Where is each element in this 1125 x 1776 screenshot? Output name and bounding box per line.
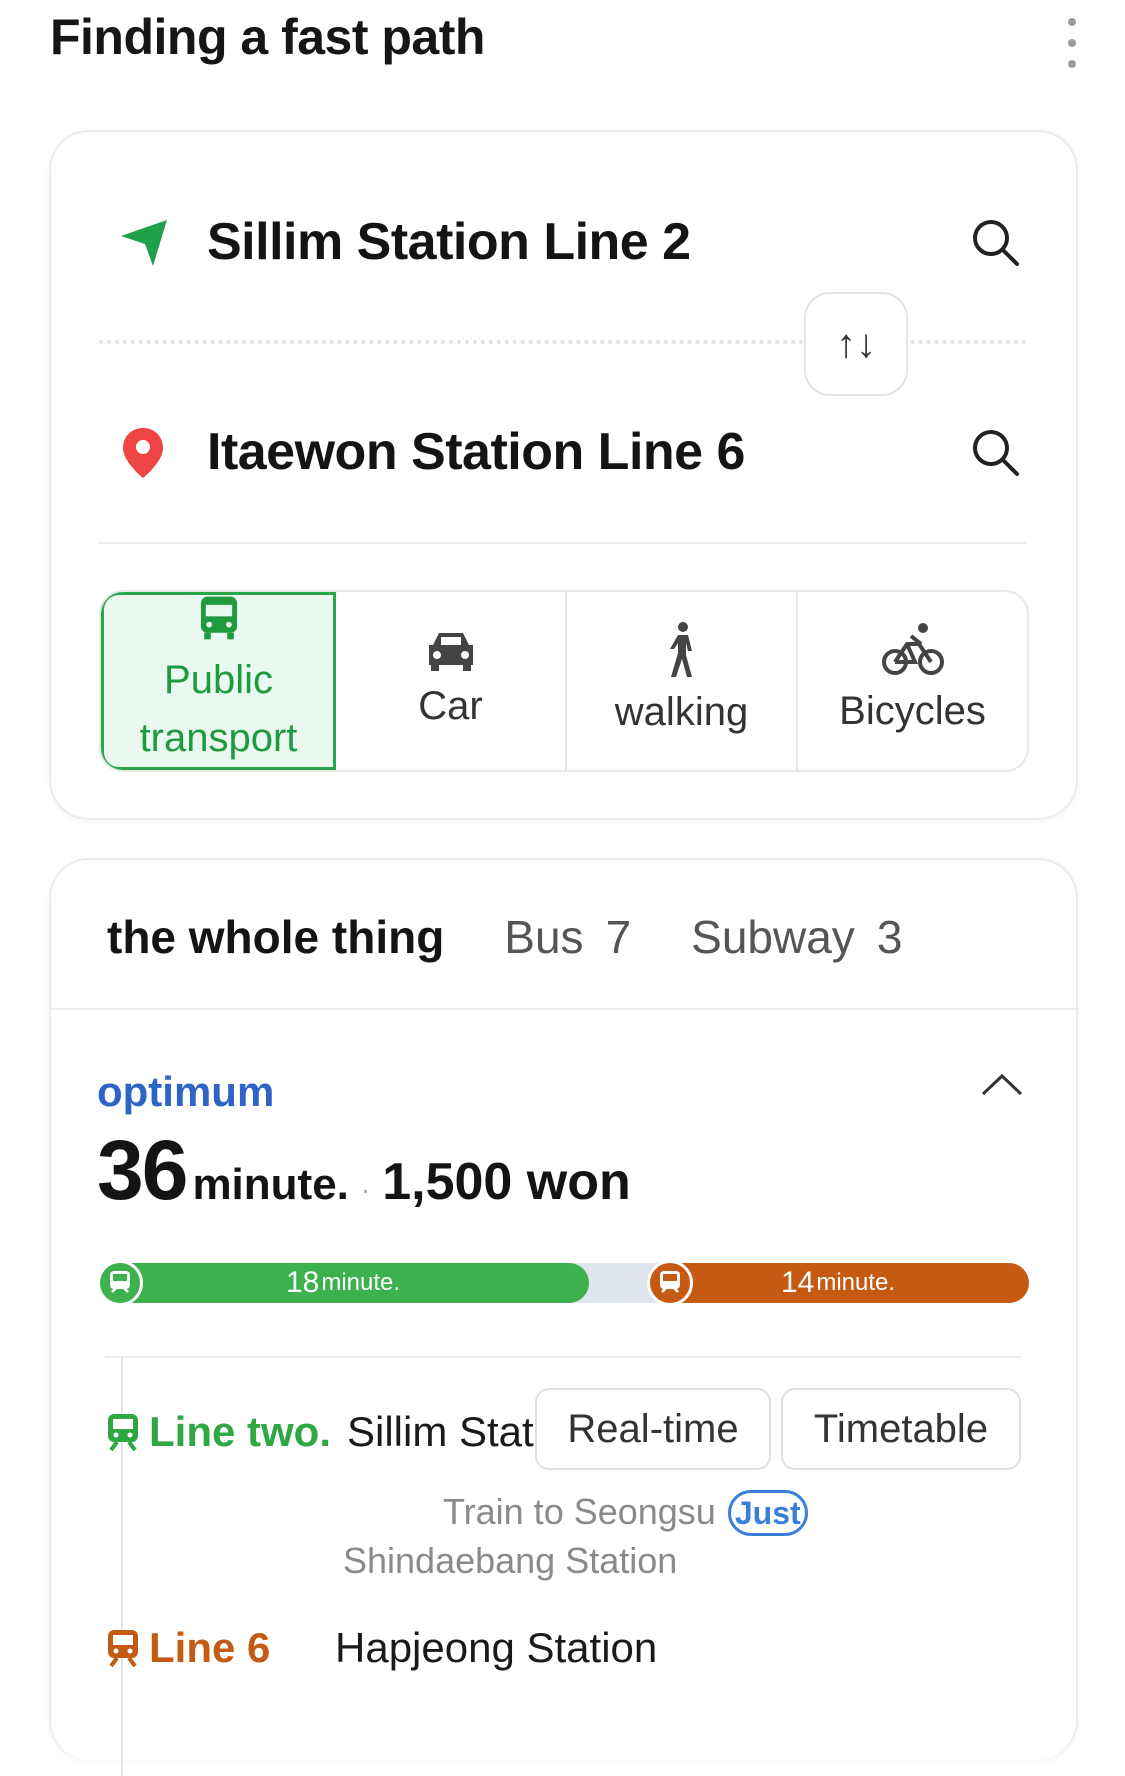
tab-all[interactable]: the whole thing bbox=[107, 910, 444, 964]
mode-bicycles[interactable]: Bicycles bbox=[798, 592, 1027, 770]
chevron-up-icon[interactable] bbox=[977, 1064, 1027, 1104]
line-label: Line two. bbox=[149, 1408, 331, 1455]
optimum-tag: optimum bbox=[97, 1068, 275, 1115]
navigation-arrow-icon bbox=[121, 220, 167, 266]
swap-arrows-icon: ↑↓ bbox=[836, 321, 876, 366]
subway-icon bbox=[97, 1260, 143, 1306]
mode-label: walking bbox=[614, 690, 749, 734]
transport-mode-selector: Public transport Car walking Bicycles bbox=[99, 590, 1029, 772]
destination-name: Itaewon Station Line 6 bbox=[207, 423, 745, 481]
page-title: Finding a fast path bbox=[50, 9, 485, 65]
section-divider bbox=[99, 542, 1027, 544]
tab-bus[interactable]: Bus 7 bbox=[504, 910, 631, 964]
walking-person-icon bbox=[669, 622, 692, 677]
mode-label: Bicycles bbox=[839, 689, 986, 733]
duration-unit: minute. bbox=[192, 1160, 349, 1209]
subway-icon bbox=[108, 1630, 138, 1668]
timetable-button[interactable]: Timetable bbox=[781, 1388, 1021, 1470]
segment-line-6: 14 minute. bbox=[647, 1263, 1029, 1303]
segment-line-2: 18 minute. bbox=[97, 1263, 589, 1303]
mode-car[interactable]: Car bbox=[336, 592, 567, 770]
step-line-6: Line 6 Hapjeong Station bbox=[105, 1624, 657, 1672]
result-tabs: the whole thing Bus 7 Subway 3 bbox=[107, 910, 962, 964]
subway-icon bbox=[647, 1260, 693, 1306]
bicycle-icon bbox=[881, 623, 944, 675]
mode-label: Car bbox=[418, 684, 483, 728]
subway-icon bbox=[108, 1414, 138, 1452]
destination-row[interactable]: Itaewon Station Line 6 bbox=[51, 404, 1076, 494]
mode-label: Public transport bbox=[139, 658, 298, 760]
mode-walking[interactable]: walking bbox=[567, 592, 798, 770]
total-duration: 36 bbox=[97, 1123, 188, 1217]
search-icon[interactable] bbox=[969, 216, 1021, 268]
realtime-button[interactable]: Real-time bbox=[535, 1388, 771, 1470]
mode-public-transport[interactable]: Public transport bbox=[101, 592, 336, 770]
tabs-divider bbox=[51, 1008, 1076, 1010]
results-card: the whole thing Bus 7 Subway 3 optimum 36 … bbox=[49, 858, 1078, 1776]
next-station: Shindaebang Station bbox=[343, 1540, 678, 1581]
route-summary: 36 minute. · 1,500 won bbox=[97, 1123, 631, 1217]
arrival-badge: Just bbox=[727, 1490, 808, 1536]
duration-bar: 18 minute. 14 minute. bbox=[97, 1260, 1029, 1306]
location-pin-icon bbox=[123, 428, 163, 478]
total-price: 1,500 won bbox=[382, 1153, 631, 1211]
bus-icon bbox=[200, 596, 237, 640]
more-vertical-icon[interactable] bbox=[1060, 18, 1084, 68]
line-label: Line 6 bbox=[149, 1624, 271, 1671]
origin-row[interactable]: Sillim Station Line 2 bbox=[51, 194, 1076, 284]
search-icon[interactable] bbox=[969, 426, 1021, 478]
car-icon bbox=[428, 633, 473, 671]
swap-button[interactable]: ↑↓ bbox=[804, 292, 908, 396]
station-name: Hapjeong Station bbox=[335, 1624, 658, 1671]
tab-subway[interactable]: Subway 3 bbox=[691, 910, 902, 964]
route-card: Sillim Station Line 2 ↑↓ Itaewon Station… bbox=[49, 130, 1078, 820]
origin-name: Sillim Station Line 2 bbox=[207, 213, 691, 271]
summary-divider bbox=[105, 1356, 1021, 1358]
train-direction: Train to Seongsu Just bbox=[443, 1490, 808, 1536]
step-line-2: Line two. Sillim Station bbox=[105, 1408, 590, 1456]
